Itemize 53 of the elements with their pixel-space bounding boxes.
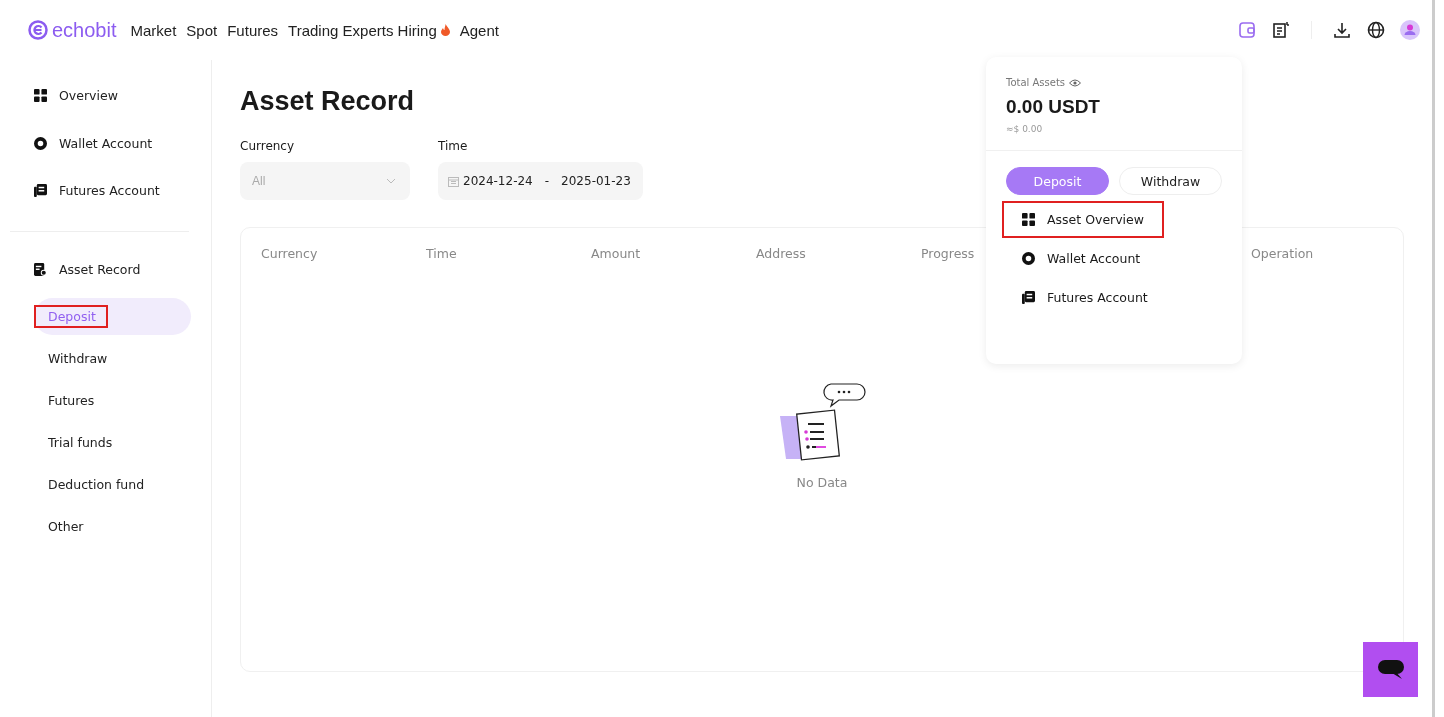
menu-item[interactable]: Asset Overview — [1047, 212, 1144, 227]
record-icon — [34, 262, 47, 276]
brand-logo[interactable]: echobit — [52, 18, 117, 42]
ring-icon — [1022, 252, 1035, 265]
withdraw-button[interactable]: Withdraw — [1119, 167, 1222, 195]
nav-link[interactable]: Agent — [459, 21, 499, 39]
sidebar-subitem[interactable]: Withdraw — [34, 340, 191, 377]
column-header: Currency — [261, 246, 318, 261]
chat-button[interactable] — [1363, 642, 1418, 697]
empty-state-text: No Data — [796, 475, 848, 490]
menu-item[interactable]: Wallet Account — [1047, 251, 1141, 266]
eye-icon[interactable] — [1069, 78, 1082, 87]
page-title: Asset Record — [240, 86, 415, 117]
sidebar-item[interactable]: Futures Account — [59, 183, 160, 199]
column-header: Amount — [591, 246, 641, 261]
column-header: Operation — [1251, 246, 1314, 261]
ledger-icon — [1022, 291, 1035, 304]
nav-link[interactable]: Trading Experts Hiring — [288, 21, 450, 39]
date-range-field[interactable]: 2024-12-24 - 2025-01-23 — [438, 162, 643, 200]
grid-icon — [34, 89, 47, 103]
total-assets-amount: 0.00 USDT — [1006, 96, 1101, 118]
chat-icon — [1377, 659, 1404, 680]
sidebar-section-title[interactable]: Asset Record — [59, 261, 141, 277]
total-assets-label: Total Assets — [1006, 77, 1066, 88]
field-label: Currency — [240, 139, 296, 153]
ring-icon — [34, 136, 47, 150]
nav-link[interactable]: Futures — [227, 21, 279, 39]
field-label: Time — [438, 139, 469, 153]
column-header: Time — [426, 246, 457, 261]
globe-icon[interactable] — [1366, 20, 1386, 40]
nav-link[interactable]: Spot — [186, 21, 218, 39]
download-icon[interactable] — [1332, 20, 1352, 40]
sidebar-subitem[interactable]: Futures — [34, 382, 191, 419]
chevron-icon — [386, 178, 396, 184]
sidebar-subitem[interactable]: Trial funds — [34, 424, 191, 461]
grid-icon — [1022, 213, 1035, 226]
nav-link[interactable]: Market — [130, 21, 177, 39]
sidebar-subitem[interactable]: Deposit — [34, 298, 191, 335]
sidebar-subitem[interactable]: Other — [34, 508, 191, 545]
column-header: Progress — [921, 246, 975, 261]
flame-icon — [440, 24, 450, 36]
menu-item[interactable]: Futures Account — [1047, 290, 1148, 305]
calendar-icon — [448, 175, 459, 187]
wallet-icon[interactable] — [1237, 20, 1257, 40]
logo-icon — [28, 20, 48, 40]
document-icon[interactable] — [1271, 20, 1291, 40]
sidebar-subitem[interactable]: Deduction fund — [34, 466, 191, 503]
fiat-value: ≈$ 0.00 — [1006, 124, 1044, 134]
avatar-icon[interactable] — [1400, 20, 1420, 40]
sidebar-item[interactable]: Wallet Account — [59, 135, 153, 151]
sidebar-item[interactable]: Overview — [59, 88, 118, 104]
column-header: Address — [756, 246, 806, 261]
ledger-icon — [34, 184, 47, 198]
